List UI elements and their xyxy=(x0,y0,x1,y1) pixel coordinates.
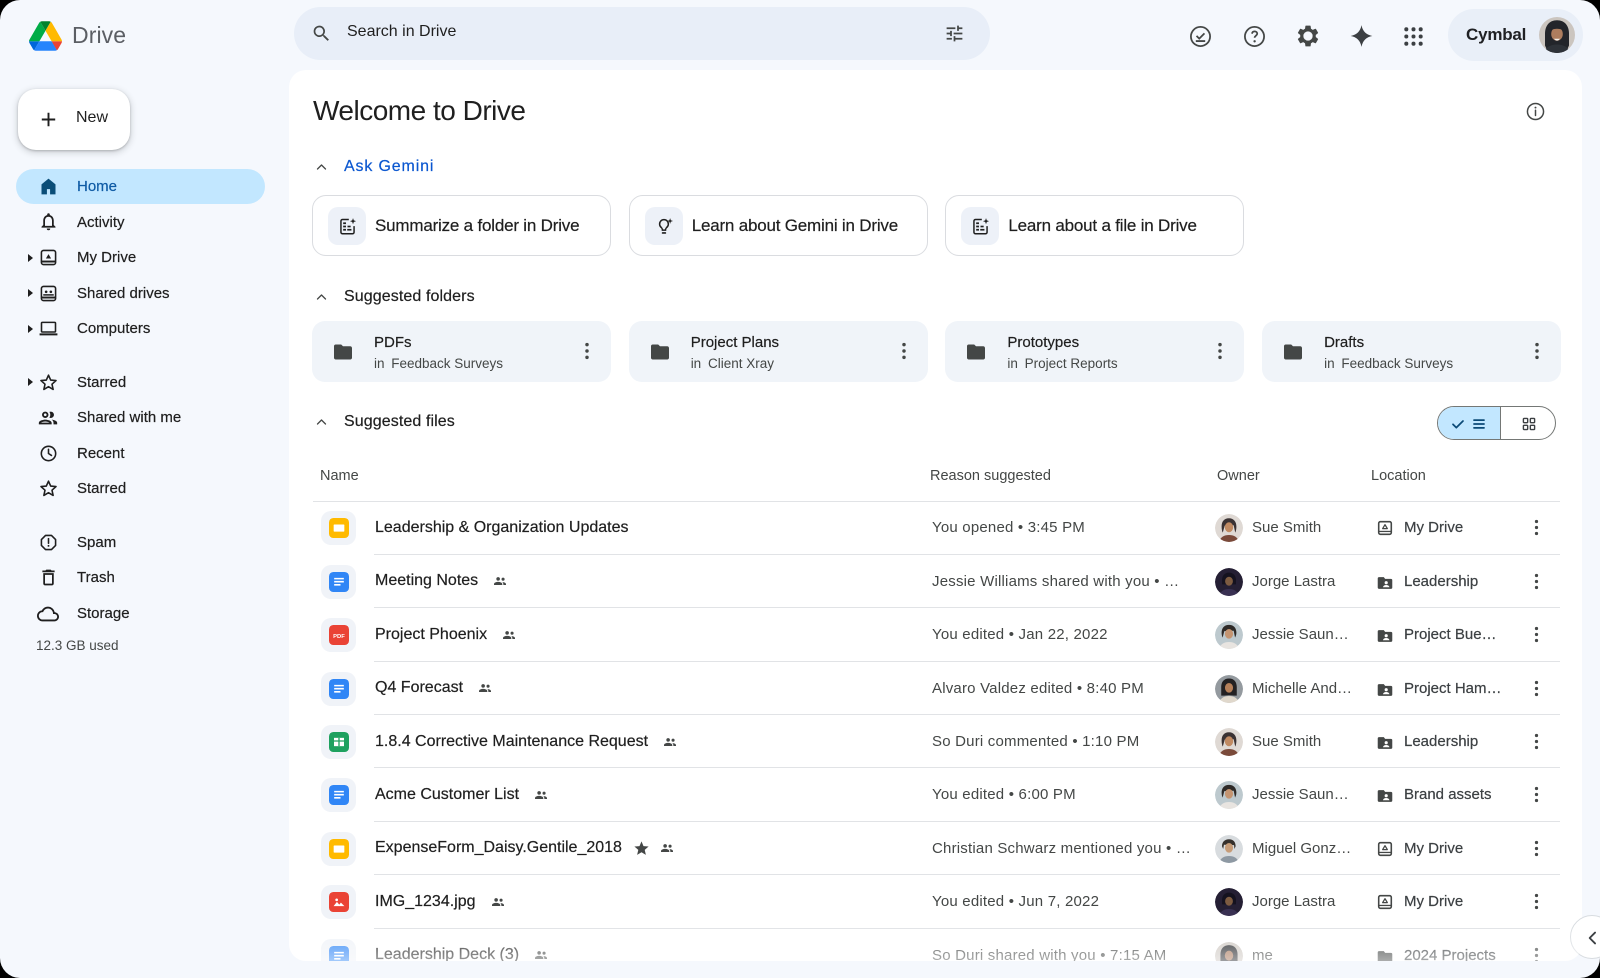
svg-text:PDF: PDF xyxy=(333,634,345,640)
